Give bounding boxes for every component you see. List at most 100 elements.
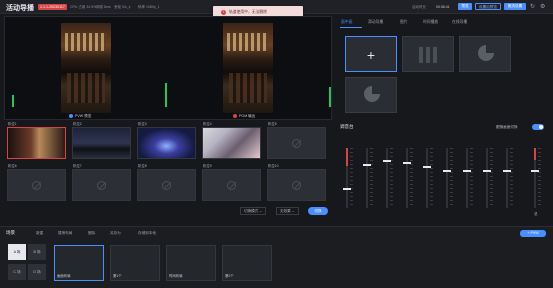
pgm-video [223,23,273,113]
toolbar-replace[interactable]: 替换布局 [58,231,72,236]
fader-knob[interactable] [503,170,511,172]
master-channel [528,140,542,220]
scene-card-2[interactable] [402,36,454,72]
tab-timer[interactable]: 时间播放 [423,20,438,25]
channel-strip [340,140,354,220]
fader-knob[interactable] [483,170,491,172]
follow-label: 跟随画面切换 [496,125,518,129]
layout-card-4[interactable]: 第2个 [222,245,272,281]
no-signal-icon [227,180,236,190]
source-thumb [72,169,131,201]
fader-knob[interactable] [463,170,471,172]
source-tile-10[interactable]: 机位10 [267,163,326,205]
channel-strip [500,140,514,220]
pvw-video [61,23,111,113]
tab-online[interactable]: 在线导播 [452,20,467,25]
no-signal-icon [292,180,301,190]
layout-card-2[interactable]: 第1个 [110,245,160,281]
source-tile-4[interactable]: 机位4 [202,121,261,163]
channel-strip [400,140,414,220]
tab-underline [340,27,362,28]
scene-add-card[interactable]: + [345,36,397,72]
source-thumb [202,127,261,159]
fader-knob[interactable] [403,162,411,164]
fader-knob[interactable] [531,170,539,172]
fader-knob[interactable] [343,188,351,190]
follow-toggle[interactable] [532,124,544,130]
tab-slide[interactable]: 滑动导播 [368,20,383,25]
grid-layout-icon [419,47,439,63]
scene-c-button[interactable]: C 场 [8,264,26,280]
channel-strip [360,140,374,220]
source-tile-5[interactable]: 机位5 [267,121,326,163]
channel-strip [460,140,474,220]
timer-label: 活动时长 [412,5,426,9]
cut-button[interactable]: 切换 [308,207,328,215]
preview-settings-button[interactable]: 设置后预览 [475,3,501,10]
transition-effect-select[interactable]: 无效果 ⌄ [276,207,299,215]
source-tile-9[interactable]: 机位9 [202,163,261,205]
scene-a-button[interactable]: A 场 [8,244,26,260]
app-title: 活动导播 [6,5,34,12]
pvw-label: PVW 预览 [69,114,91,119]
tab-image[interactable]: 图片 [400,20,408,25]
pvw-dot-icon [69,114,73,119]
fader-knob[interactable] [423,166,431,168]
plus-icon: + [366,47,376,63]
pvw-audio-meter [12,95,14,107]
scene-b-button[interactable]: B 场 [28,244,46,260]
source-tile-1[interactable]: 机位1 [7,121,66,163]
pgm-audio-meter [329,87,331,107]
no-signal-icon [162,180,171,190]
source-tile-2[interactable]: 机位2 [72,121,131,163]
source-thumb [137,127,196,159]
preview-button[interactable]: 预览 [458,3,472,10]
channel-strip [480,140,494,220]
source-tile-7[interactable]: 机位7 [72,163,131,205]
add-pvw-button[interactable]: + PVW [520,230,546,237]
fader-knob[interactable] [363,164,371,166]
gear-icon[interactable]: ⚙ [540,3,546,10]
pgm-label: PGM 输出 [233,114,255,119]
pie-icon [364,86,380,102]
toolbar-save-local[interactable]: 存储到本地 [138,231,156,236]
error-icon: ! [221,9,226,15]
net-stat: 网络 8ms [96,5,111,9]
channel-strip [440,140,454,220]
source-tile-3[interactable]: 机位3 [137,121,196,163]
no-signal-icon [97,180,106,190]
channel-strip [380,140,394,220]
fader-knob[interactable] [383,160,391,162]
toolbar-new[interactable]: 新建 [36,231,43,236]
source-thumb [267,127,326,159]
pie-icon [478,45,494,61]
fader-knob[interactable] [443,170,451,172]
source-thumb [202,169,261,201]
audio-mixer: 调音台 跟随画面切换 总 [336,120,549,220]
preview-pane: PVW 预览 PGM 输出 [4,16,332,120]
source-tile-6[interactable]: 机位6 [7,163,66,205]
refresh-icon[interactable]: ↻ [530,3,536,10]
scene-card-4[interactable] [345,77,397,113]
tab-pip[interactable]: 画中画 [341,20,352,25]
master-label: 总 [534,212,538,216]
source-thumb [7,127,66,159]
stream-settings-button[interactable]: 推流设置 [504,3,526,10]
toolbar-save-as[interactable]: 另存为 [110,231,121,236]
source-thumb [72,127,131,159]
transition-mode-select[interactable]: 切换模式 ⌄ [240,207,267,215]
source-thumb [7,169,66,201]
pvw-audio-meter-right [165,83,167,107]
version-badge: 1.1.1-20230117 [38,4,67,10]
drop-stat: 丢帧 0/s_s [114,5,131,9]
scene-card-3[interactable] [459,36,511,72]
layout-card-1[interactable]: 画面布局 [54,245,104,281]
layout-card-3[interactable]: 时间布局 [166,245,216,281]
scene-d-button[interactable]: D 场 [28,264,46,280]
source-thumb [137,169,196,201]
source-tile-8[interactable]: 机位8 [137,163,196,205]
cpu-stat: CPU 占用 34.5% [70,5,97,9]
toolbar-delete[interactable]: 删除 [88,231,95,236]
mixer-title: 调音台 [340,124,354,129]
bitrate-stat: 码率 1080p_1 [138,5,160,9]
